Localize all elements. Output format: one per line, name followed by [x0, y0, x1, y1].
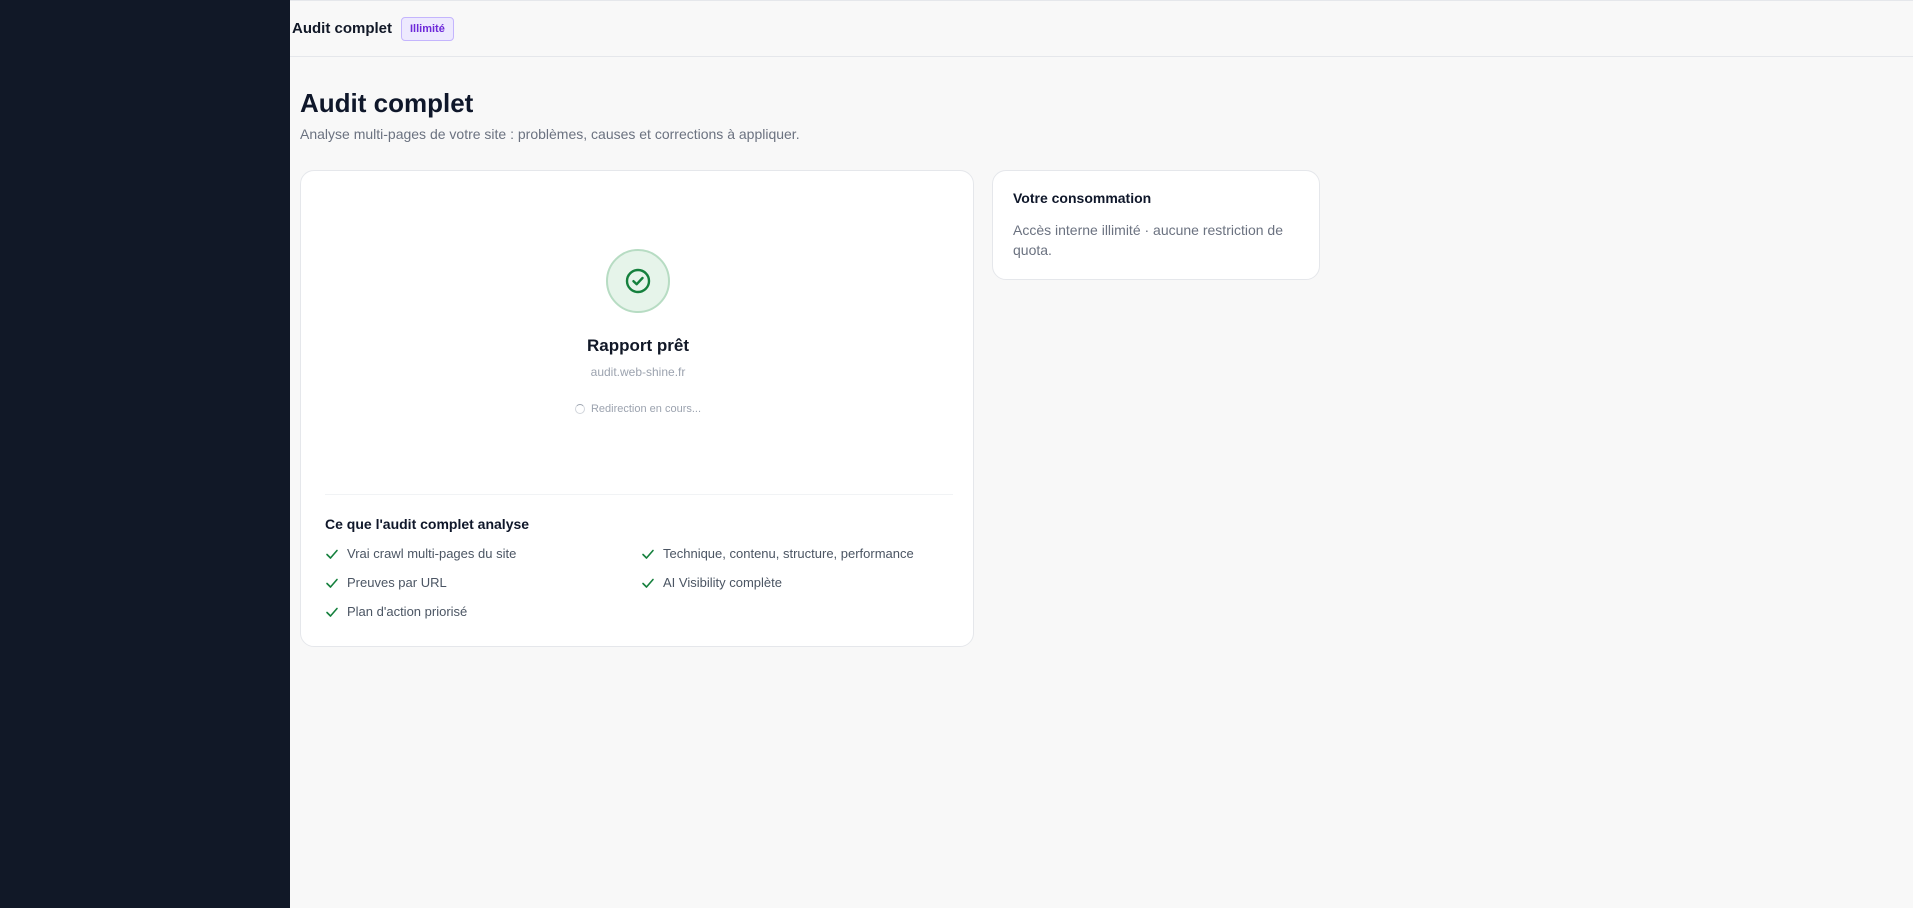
usage-title: Votre consommation	[1013, 190, 1152, 206]
divider	[325, 494, 953, 495]
topbar-title: Audit complet	[292, 20, 392, 37]
redirect-status: Redirection en cours...	[301, 403, 975, 415]
usage-card: Votre consommation Accès interne illimit…	[992, 170, 1320, 280]
report-title: Rapport prêt	[587, 336, 689, 355]
plan-badge: Illimité	[401, 16, 454, 41]
feature-item: Plan d'action priorisé	[325, 604, 467, 619]
audit-status-card: Rapport prêt audit.web-shine.fr Redirect…	[300, 170, 974, 647]
features-title: Ce que l'audit complet analyse	[325, 516, 530, 532]
feature-item: Vrai crawl multi-pages du site	[325, 546, 516, 561]
check-icon	[326, 607, 338, 617]
check-icon	[326, 578, 338, 588]
feature-item: AI Visibility complète	[641, 575, 782, 590]
report-domain: audit.web-shine.fr	[590, 365, 686, 379]
feature-label: Preuves par URL	[347, 575, 447, 590]
feature-label: Plan d'action priorisé	[347, 604, 468, 619]
page-subtitle: Analyse multi-pages de votre site : prob…	[300, 126, 800, 142]
page-title: Audit complet	[300, 88, 474, 118]
spinner-icon	[574, 404, 585, 414]
feature-label: AI Visibility complète	[663, 575, 782, 590]
check-icon	[642, 578, 654, 588]
main-content: Audit complet Illimité Audit complet Ana…	[290, 0, 1913, 908]
check-circle-icon	[606, 249, 670, 313]
check-icon	[326, 549, 338, 559]
redirect-text: Redirection en cours...	[590, 403, 702, 415]
feature-item: Technique, contenu, structure, performan…	[641, 546, 914, 561]
feature-label: Vrai crawl multi-pages du site	[347, 546, 517, 561]
sidebar	[0, 0, 290, 908]
check-icon	[642, 549, 654, 559]
usage-description: Accès interne illimité · aucune restrict…	[1013, 222, 1284, 258]
feature-item: Preuves par URL	[325, 575, 447, 590]
top-bar: Audit complet Illimité	[290, 0, 1913, 57]
feature-label: Technique, contenu, structure, performan…	[663, 546, 914, 561]
